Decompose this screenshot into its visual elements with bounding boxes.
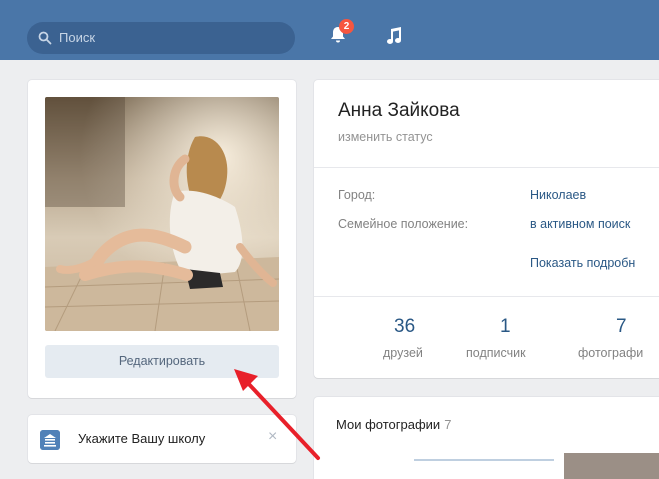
school-icon [40,430,60,450]
my-photos-count: 7 [444,417,452,432]
friends-count[interactable]: 36 [394,316,415,338]
edit-profile-button[interactable]: Редактировать [45,345,279,378]
notifications-badge[interactable]: 2 [339,19,354,34]
close-icon[interactable]: × [268,428,277,446]
avatar-card: Редактировать [28,80,296,398]
search-icon [38,31,52,45]
friends-label[interactable]: друзей [383,346,423,360]
photos-tab-indicator [414,459,554,461]
my-photos-card: Мои фотографии 7 [314,397,659,479]
avatar[interactable] [45,97,279,331]
search-placeholder: Поиск [59,30,96,45]
city-label: Город: [338,188,376,202]
school-prompt[interactable]: Укажите Вашу школу × [28,415,296,463]
search-input[interactable]: Поиск [27,22,295,54]
top-header: Поиск 2 [0,0,659,60]
profile-info-card: Анна Зайкова изменить статус Город: Нико… [314,80,659,378]
change-status-link[interactable]: изменить статус [338,130,433,144]
followers-count[interactable]: 1 [500,316,511,338]
my-photos-title[interactable]: Мои фотографии 7 [336,417,451,432]
relationship-label: Семейное положение: [338,217,469,231]
followers-label[interactable]: подписчик [466,346,526,360]
school-prompt-label: Укажите Вашу школу [78,431,206,446]
photos-label[interactable]: фотографи [578,346,643,360]
divider [314,167,659,168]
profile-name: Анна Зайкова [338,100,460,121]
music-icon[interactable] [386,27,402,45]
divider [314,296,659,297]
photos-count[interactable]: 7 [616,316,627,338]
show-details-link[interactable]: Показать подробн [530,256,635,270]
my-photos-label: Мои фотографии [336,417,441,432]
photo-thumbnail[interactable] [564,453,659,479]
relationship-value[interactable]: в активном поиск [530,217,630,231]
city-value[interactable]: Николаев [530,188,586,202]
